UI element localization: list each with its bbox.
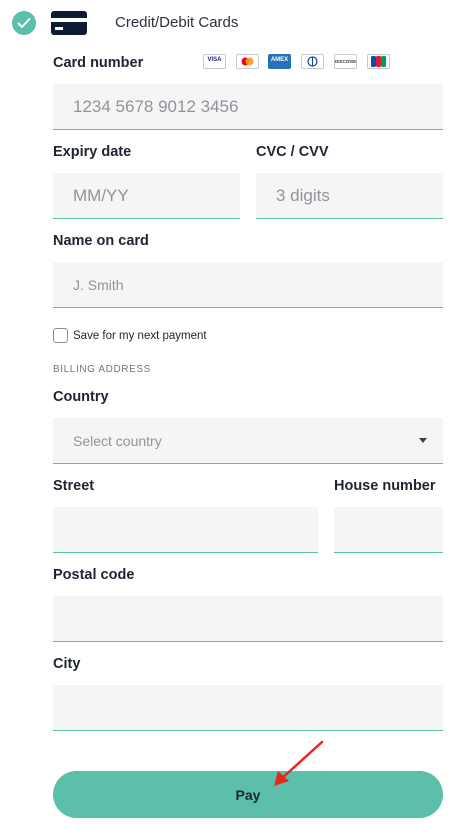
- name-on-card-field[interactable]: [53, 262, 443, 308]
- visa-icon: VISA: [203, 54, 226, 69]
- mastercard-icon: [236, 54, 259, 69]
- name-on-card-input[interactable]: [53, 262, 443, 307]
- dropdown-caret-icon: [419, 438, 427, 443]
- save-payment-checkbox[interactable]: [53, 328, 68, 343]
- city-input[interactable]: [53, 685, 443, 730]
- save-payment-label[interactable]: Save for my next payment: [73, 330, 207, 342]
- country-select-value: Select country: [73, 433, 162, 449]
- payment-method-header[interactable]: Credit/Debit Cards: [0, 0, 469, 44]
- expiry-date-input[interactable]: [53, 173, 240, 218]
- diners-icon: [301, 54, 324, 69]
- house-number-input[interactable]: [334, 507, 443, 552]
- jcb-icon: [367, 54, 390, 69]
- amex-icon: AMEX: [268, 54, 291, 69]
- street-field[interactable]: [53, 507, 318, 553]
- billing-address-heading: BILLING ADDRESS: [53, 364, 151, 375]
- country-label: Country: [53, 389, 109, 405]
- street-input[interactable]: [53, 507, 318, 552]
- name-on-card-label: Name on card: [53, 233, 149, 249]
- country-select[interactable]: Select country: [53, 418, 443, 464]
- card-number-field[interactable]: [53, 84, 443, 130]
- annotation-arrow-icon: [274, 740, 324, 786]
- pay-button-label: Pay: [235, 787, 261, 803]
- house-number-field[interactable]: [334, 507, 443, 553]
- postal-code-input[interactable]: [53, 596, 443, 641]
- city-field[interactable]: [53, 685, 443, 731]
- cvc-field[interactable]: [256, 173, 443, 219]
- postal-code-label: Postal code: [53, 567, 135, 583]
- street-label: Street: [53, 478, 95, 494]
- discover-icon: DISCOVER: [334, 54, 357, 69]
- cvc-label: CVC / CVV: [256, 144, 329, 160]
- payment-method-title: Credit/Debit Cards: [115, 14, 239, 31]
- house-number-label: House number: [334, 478, 436, 494]
- card-number-input[interactable]: [53, 84, 443, 129]
- city-label: City: [53, 656, 81, 672]
- credit-card-icon: [51, 11, 87, 35]
- expiry-date-field[interactable]: [53, 173, 240, 219]
- expiry-date-label: Expiry date: [53, 144, 132, 160]
- card-number-label: Card number: [53, 55, 144, 71]
- pay-button[interactable]: Pay: [53, 771, 443, 818]
- selected-check-icon: [12, 11, 36, 35]
- postal-code-field[interactable]: [53, 596, 443, 642]
- cvc-input[interactable]: [256, 173, 443, 218]
